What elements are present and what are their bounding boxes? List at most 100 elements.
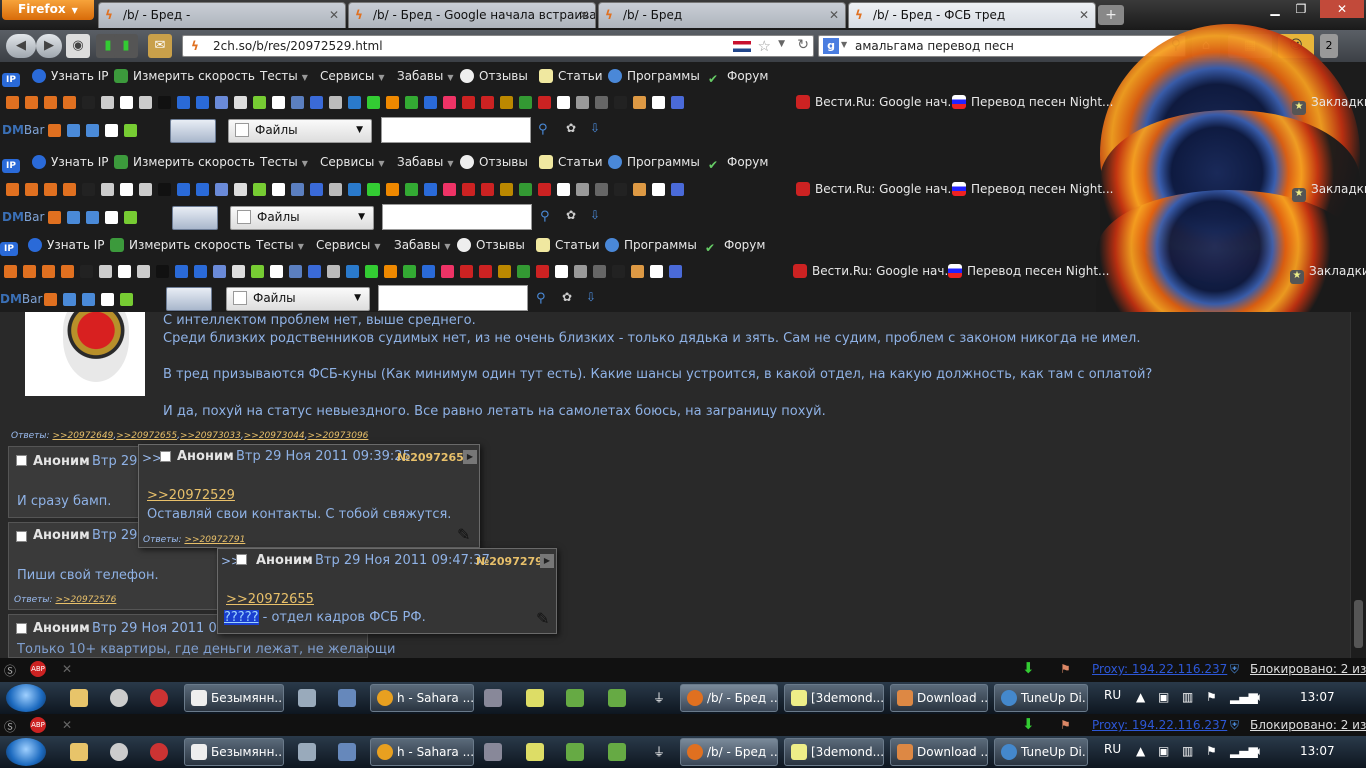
search-icon[interactable]: ⚲ bbox=[538, 122, 548, 137]
badge-count[interactable]: 2 bbox=[1320, 34, 1338, 58]
menu-item-reviews[interactable]: Отзывы bbox=[460, 155, 528, 169]
stats-icon[interactable]: ▮ bbox=[114, 34, 138, 58]
virtualbox-icon[interactable] bbox=[338, 689, 356, 707]
menu-item-articles[interactable]: Статьи bbox=[539, 69, 603, 83]
menu-item-programs[interactable]: Программы bbox=[608, 69, 700, 83]
tools-icon[interactable]: ✿ bbox=[566, 208, 576, 222]
taskbar-button-firefox[interactable]: /b/ - Бред ... bbox=[680, 684, 778, 712]
close-icon[interactable]: ✕ bbox=[579, 8, 589, 22]
dmbar-search-input[interactable] bbox=[382, 204, 532, 230]
tab-1[interactable]: ϟ/b/ - Бред - ✕ bbox=[98, 2, 346, 28]
taskbar-button-sahara[interactable]: h - Sahara ... bbox=[370, 738, 474, 766]
url-dropdown-icon[interactable]: ▼ bbox=[778, 39, 785, 49]
bookmark-vesti[interactable]: Вести.Ru: Google нач... bbox=[796, 182, 959, 196]
close-icon[interactable]: ✕ bbox=[829, 8, 839, 22]
reload-icon[interactable]: ↻ bbox=[797, 37, 809, 53]
addon-icon[interactable]: ⚑ bbox=[1060, 718, 1071, 732]
dmbar-icons[interactable] bbox=[48, 124, 143, 138]
proxy-status[interactable]: Proxy: 194.22.116.237 bbox=[1092, 662, 1227, 676]
app-icon[interactable] bbox=[566, 743, 584, 761]
expand-arrow-icon[interactable]: ▶ bbox=[540, 554, 554, 568]
adblock-icon[interactable]: ABP bbox=[30, 717, 46, 733]
menu-item-speed[interactable]: Измерить скорость bbox=[114, 69, 255, 83]
bookmark-icons[interactable] bbox=[6, 183, 690, 197]
back-icon[interactable]: ◀ bbox=[6, 34, 36, 58]
pin-icon[interactable]: ✎ bbox=[536, 609, 554, 628]
taskbar-button-firefox[interactable]: /b/ - Бред ... bbox=[680, 738, 778, 766]
menu-item-services[interactable]: Сервисы ▼ bbox=[320, 69, 384, 83]
menu-item-tests[interactable]: Тесты ▼ bbox=[256, 238, 304, 252]
app-icon[interactable] bbox=[608, 689, 626, 707]
media-player-icon[interactable] bbox=[110, 743, 128, 761]
pin-icon[interactable]: ✎ bbox=[457, 525, 475, 544]
menu-item-reviews[interactable]: Отзывы bbox=[460, 69, 528, 83]
calculator-icon[interactable] bbox=[298, 689, 316, 707]
menu-item-fun[interactable]: Забавы ▼ bbox=[394, 238, 451, 252]
flag-tray-icon[interactable]: ⚑ bbox=[1206, 690, 1217, 704]
menu-item-ip[interactable]: Узнать IP bbox=[28, 238, 105, 252]
menu-item-tests[interactable]: Тесты ▼ bbox=[260, 69, 308, 83]
addon-icon[interactable]: ◉ bbox=[66, 34, 90, 58]
menu-item-forum[interactable]: ✔ Форум bbox=[708, 155, 768, 172]
bookmark-icons[interactable] bbox=[4, 265, 688, 279]
reply-link[interactable]: >>20972655 bbox=[226, 592, 314, 607]
menu-item-services[interactable]: Сервисы ▼ bbox=[320, 155, 384, 169]
tray-app-icon[interactable]: ▥ bbox=[1182, 690, 1193, 704]
calculator-icon[interactable] bbox=[298, 743, 316, 761]
dmbar-image-button[interactable] bbox=[166, 287, 212, 311]
menu-item-ip[interactable]: Узнать IP bbox=[32, 69, 109, 83]
volume-icon[interactable]: 🔈︎ bbox=[1256, 744, 1263, 759]
tray-app-icon[interactable]: ▣ bbox=[1158, 690, 1169, 704]
reply-link[interactable]: >>20972649 bbox=[52, 431, 113, 441]
taskbar-button-notepad[interactable]: Безымянн... bbox=[184, 738, 284, 766]
tray-app-icon[interactable]: ▣ bbox=[1158, 744, 1169, 758]
taskbar-button-tuneup[interactable]: TuneUp Di... bbox=[994, 738, 1088, 766]
proxy-status[interactable]: Proxy: 194.22.116.237 bbox=[1092, 718, 1227, 732]
plug-icon[interactable]: ⏚ bbox=[650, 743, 668, 761]
start-button[interactable] bbox=[6, 684, 46, 712]
files-dropdown[interactable]: Файлы ▼ bbox=[228, 119, 372, 143]
dmbar-icons[interactable] bbox=[44, 293, 139, 307]
taskbar-button-sahara[interactable]: h - Sahara ... bbox=[370, 684, 474, 712]
menu-item-services[interactable]: Сервисы ▼ bbox=[316, 238, 380, 252]
close-icon[interactable]: ✕ bbox=[329, 8, 339, 22]
menu-item-articles[interactable]: Статьи bbox=[536, 238, 600, 252]
url-bar[interactable]: ϟ 2ch.so/b/res/20972529.html ☆ ▼ ↻ bbox=[182, 35, 814, 57]
window-close-icon[interactable]: ✕ bbox=[1320, 0, 1364, 18]
addon-icon[interactable]: ⚑ bbox=[1060, 662, 1071, 676]
firefox-menu-button[interactable]: Firefox ▼ bbox=[2, 0, 94, 20]
taskbar-button-notepad[interactable]: Безымянн... bbox=[184, 684, 284, 712]
tray-arrow-icon[interactable]: ▲ bbox=[1136, 744, 1145, 758]
minimize-icon[interactable]: ▁ bbox=[1262, 0, 1288, 18]
search-input[interactable]: g ▼ амальгама перевод песн ⚲ bbox=[818, 35, 1186, 57]
start-button[interactable] bbox=[6, 738, 46, 766]
menu-item-fun[interactable]: Забавы ▼ bbox=[397, 69, 454, 83]
expand-arrow-icon[interactable]: ▶ bbox=[463, 450, 477, 464]
language-indicator[interactable]: RU bbox=[1104, 688, 1121, 702]
reply-link[interactable]: >>20973096 bbox=[308, 431, 369, 441]
blocker-icon[interactable]: ⛨ bbox=[1230, 662, 1239, 677]
flag-tray-icon[interactable]: ⚑ bbox=[1206, 744, 1217, 758]
new-tab-button[interactable]: + bbox=[1098, 5, 1124, 25]
app-icon[interactable] bbox=[484, 689, 502, 707]
menu-item-forum[interactable]: ✔ Форум bbox=[705, 238, 765, 255]
plug-icon[interactable]: ⏚ bbox=[650, 689, 668, 707]
menu-item-programs[interactable]: Программы bbox=[608, 155, 700, 169]
forward-icon[interactable]: ▶ bbox=[36, 34, 62, 58]
search-engine-dropdown-icon[interactable]: ▼ bbox=[841, 40, 847, 49]
op-image-thumbnail[interactable] bbox=[25, 312, 145, 396]
tab-2[interactable]: ϟ/b/ - Бред - Google начала встраива... ✕ bbox=[348, 2, 596, 28]
menu-item-ip[interactable]: Узнать IP bbox=[32, 155, 109, 169]
taskbar-button-download[interactable]: Download ... bbox=[890, 738, 988, 766]
bookmark-vesti[interactable]: Вести.Ru: Google нач... bbox=[796, 95, 959, 109]
status-s-icon[interactable]: Ⓢ bbox=[4, 662, 16, 679]
app-icon[interactable] bbox=[608, 743, 626, 761]
download-arrow-icon[interactable]: ⬇ bbox=[1022, 659, 1035, 677]
taskbar-button-download[interactable]: Download ... bbox=[890, 684, 988, 712]
download-arrow-icon[interactable]: ⇩ bbox=[590, 121, 600, 135]
menu-item-speed[interactable]: Измерить скорость bbox=[110, 238, 251, 252]
post-checkbox[interactable] bbox=[16, 623, 27, 634]
taskbar-button-3demond[interactable]: [3demond... bbox=[784, 738, 884, 766]
menu-item-speed[interactable]: Измерить скорость bbox=[114, 155, 255, 169]
bookmark-star-icon[interactable]: ☆ bbox=[758, 37, 771, 55]
